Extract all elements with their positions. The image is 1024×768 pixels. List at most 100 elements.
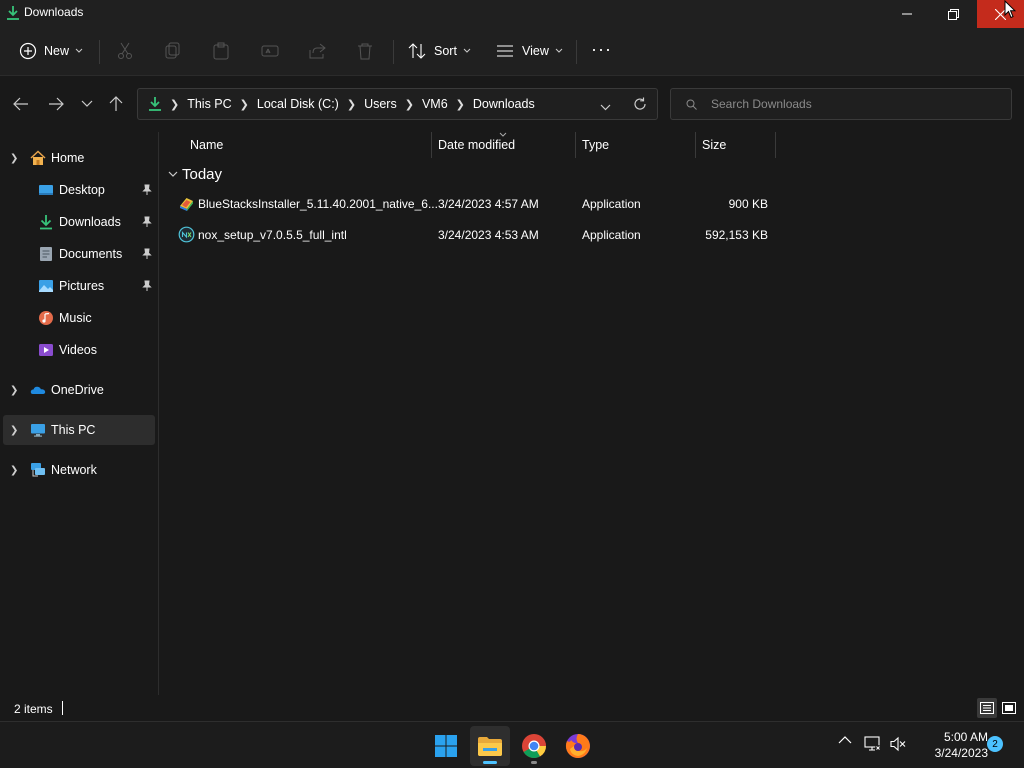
pin-icon[interactable] bbox=[141, 184, 153, 196]
cut-button[interactable] bbox=[117, 38, 133, 64]
status-bar: 2 items bbox=[0, 695, 1024, 721]
breadcrumb-vm6[interactable]: VM6 bbox=[422, 97, 448, 111]
chevron-down-icon bbox=[168, 171, 178, 177]
column-header-size[interactable]: Size bbox=[702, 132, 726, 158]
onedrive-icon bbox=[30, 386, 46, 394]
active-indicator bbox=[483, 761, 497, 764]
file-row[interactable]: nox_setup_v7.0.5.5_full_intl 3/24/2023 4… bbox=[160, 220, 780, 250]
breadcrumb: ❯ This PC ❯ Local Disk (C:) ❯ Users ❯ VM… bbox=[148, 89, 535, 119]
tiles-view-button[interactable] bbox=[999, 698, 1019, 718]
pin-icon[interactable] bbox=[141, 248, 153, 260]
trash-icon bbox=[358, 43, 372, 60]
expand-chevron-icon[interactable]: ❯ bbox=[10, 465, 18, 476]
sidebar-item-videos[interactable]: Videos bbox=[0, 335, 158, 365]
forward-button[interactable] bbox=[46, 94, 66, 114]
taskbar-file-explorer[interactable] bbox=[470, 726, 510, 766]
expand-chevron-icon[interactable]: ❯ bbox=[10, 385, 18, 396]
file-list: Name Date modified Type Size Today BlueS… bbox=[160, 132, 1024, 695]
file-explorer-icon bbox=[478, 737, 502, 756]
breadcrumb-users[interactable]: Users bbox=[364, 97, 397, 111]
column-header-type[interactable]: Type bbox=[582, 132, 609, 158]
file-name: BlueStacksInstaller_5.11.40.2001_native_… bbox=[198, 197, 438, 211]
sidebar-item-home[interactable]: ❯ Home bbox=[0, 143, 158, 173]
chevron-down-icon bbox=[600, 104, 611, 111]
delete-button[interactable] bbox=[357, 38, 373, 64]
this-pc-icon bbox=[31, 424, 45, 437]
navigation-pane: ❯ Home Desktop Downloads Documents Pictu… bbox=[0, 132, 159, 695]
search-icon bbox=[686, 99, 697, 110]
close-button[interactable] bbox=[977, 0, 1024, 28]
sidebar-item-documents[interactable]: Documents bbox=[0, 239, 158, 269]
pictures-icon bbox=[39, 280, 53, 292]
refresh-button[interactable] bbox=[633, 97, 647, 114]
details-view-icon bbox=[980, 702, 994, 714]
breadcrumb-this-pc[interactable]: This PC bbox=[187, 97, 231, 111]
search-input[interactable]: Search Downloads bbox=[670, 88, 1012, 120]
rename-button[interactable] bbox=[261, 38, 279, 64]
breadcrumb-downloads[interactable]: Downloads bbox=[473, 97, 535, 111]
recent-locations-button[interactable] bbox=[77, 94, 97, 114]
share-icon bbox=[309, 43, 326, 59]
paste-button[interactable] bbox=[213, 38, 229, 64]
home-icon bbox=[30, 150, 46, 165]
breadcrumb-local-disk[interactable]: Local Disk (C:) bbox=[257, 97, 339, 111]
mouse-cursor-icon bbox=[1004, 0, 1016, 19]
sidebar-item-desktop[interactable]: Desktop bbox=[0, 175, 158, 205]
window-title: Downloads bbox=[24, 5, 84, 19]
sidebar-item-music[interactable]: Music bbox=[0, 303, 158, 333]
new-button[interactable]: New bbox=[19, 38, 83, 64]
copy-button[interactable] bbox=[165, 38, 181, 64]
column-separator[interactable] bbox=[575, 132, 576, 158]
taskbar: 5:00 AM 3/24/2023 2 bbox=[0, 721, 1024, 768]
taskbar-chrome[interactable] bbox=[514, 726, 554, 766]
expand-chevron-icon[interactable]: ❯ bbox=[10, 425, 18, 436]
restore-button[interactable] bbox=[930, 0, 976, 28]
file-row[interactable]: BlueStacksInstaller_5.11.40.2001_native_… bbox=[160, 189, 780, 219]
firefox-icon bbox=[565, 734, 590, 758]
sidebar-item-pictures[interactable]: Pictures bbox=[0, 271, 158, 301]
file-type: Application bbox=[582, 228, 641, 242]
show-hidden-icons-button[interactable] bbox=[838, 734, 852, 748]
address-row: ❯ This PC ❯ Local Disk (C:) ❯ Users ❯ VM… bbox=[0, 76, 1024, 132]
music-icon bbox=[39, 311, 53, 325]
share-button[interactable] bbox=[309, 38, 327, 64]
back-button[interactable] bbox=[11, 94, 31, 114]
file-type: Application bbox=[582, 197, 641, 211]
sidebar-item-this-pc[interactable]: ❯ This PC bbox=[3, 415, 155, 445]
sidebar-item-onedrive[interactable]: ❯ OneDrive bbox=[0, 375, 158, 405]
pin-icon[interactable] bbox=[141, 216, 153, 228]
column-header-name[interactable]: Name bbox=[190, 132, 223, 158]
group-header-today[interactable]: Today bbox=[168, 166, 222, 183]
volume-muted-icon bbox=[890, 736, 906, 752]
plus-circle-icon bbox=[19, 42, 37, 60]
more-options-button[interactable]: ··· bbox=[591, 36, 612, 62]
sidebar-item-downloads[interactable]: Downloads bbox=[0, 207, 158, 237]
breadcrumb-chevron-icon: ❯ bbox=[170, 98, 180, 111]
running-indicator bbox=[531, 761, 537, 764]
network-status-button[interactable] bbox=[864, 736, 882, 755]
pin-icon[interactable] bbox=[141, 280, 153, 292]
column-separator[interactable] bbox=[695, 132, 696, 158]
breadcrumb-chevron-icon: ❯ bbox=[404, 98, 414, 111]
volume-button[interactable] bbox=[890, 736, 908, 755]
sort-button[interactable]: Sort bbox=[408, 38, 471, 64]
taskbar-firefox[interactable] bbox=[558, 726, 598, 766]
address-bar[interactable]: ❯ This PC ❯ Local Disk (C:) ❯ Users ❯ VM… bbox=[137, 88, 658, 120]
details-view-button[interactable] bbox=[977, 698, 997, 718]
taskbar-clock[interactable]: 5:00 AM 3/24/2023 bbox=[912, 729, 988, 761]
bluestacks-icon bbox=[180, 198, 193, 211]
start-button[interactable] bbox=[426, 726, 466, 766]
up-button[interactable] bbox=[106, 94, 126, 114]
downloads-icon bbox=[40, 215, 52, 230]
address-history-button[interactable] bbox=[600, 100, 611, 114]
minimize-button[interactable] bbox=[884, 0, 930, 28]
column-separator[interactable] bbox=[431, 132, 432, 158]
notification-badge[interactable]: 2 bbox=[987, 736, 1003, 752]
arrow-right-icon bbox=[49, 97, 64, 111]
expand-chevron-icon[interactable]: ❯ bbox=[10, 153, 18, 164]
file-date: 3/24/2023 4:57 AM bbox=[438, 197, 539, 211]
rename-icon bbox=[261, 45, 279, 57]
column-separator[interactable] bbox=[775, 132, 776, 158]
view-button[interactable]: View bbox=[496, 38, 563, 64]
sidebar-item-network[interactable]: ❯ Network bbox=[0, 455, 158, 485]
